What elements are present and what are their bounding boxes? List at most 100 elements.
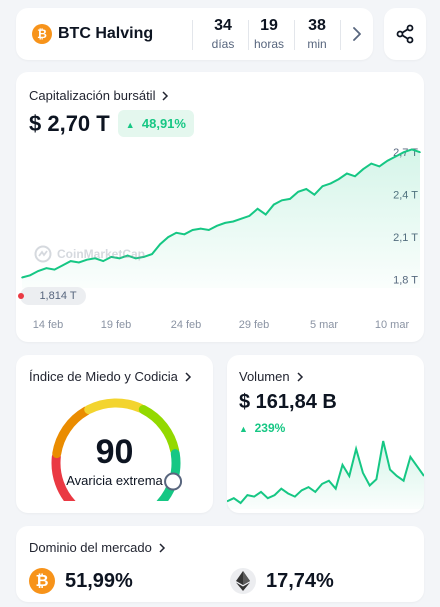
share-icon	[396, 24, 414, 44]
chart-point	[199, 227, 202, 230]
chart-point	[167, 236, 170, 238]
chart-point	[256, 208, 259, 210]
btc-dominance-value: 51,99%	[65, 569, 133, 592]
divider	[192, 20, 193, 50]
fear-greed-label: Índice de Miedo y Codicia	[29, 369, 178, 384]
chart-point	[272, 203, 275, 206]
hours-value: 19	[260, 17, 278, 34]
days-unit: días	[211, 37, 235, 51]
days-value: 34	[214, 17, 232, 34]
halving-countdown-card[interactable]: ₿ BTC Halving 34 días 19 horas 38 min	[16, 8, 373, 60]
start-dot	[18, 293, 24, 299]
chart-point	[232, 220, 234, 223]
coinmarketcap-watermark: CoinMarketCap	[34, 245, 145, 263]
start-value-marker: 1,814 T	[18, 287, 86, 305]
chart-point	[321, 185, 324, 187]
eth-dominance-value: 17,74%	[266, 569, 334, 592]
watermark-text: CoinMarketCap	[57, 247, 146, 261]
volume-value: $ 161,84 B	[239, 391, 337, 413]
chevron-right-icon[interactable]	[351, 27, 363, 41]
chart-point	[37, 270, 40, 272]
x-tick-label: 10 mar	[375, 319, 410, 331]
chart-point	[281, 199, 283, 202]
market-dominance-card[interactable]: Dominio del mercado ₿ 51,99% 17,74%	[16, 526, 424, 602]
chart-point	[402, 151, 405, 154]
chart-area-fill	[22, 149, 420, 288]
minutes-unit: min	[307, 37, 327, 51]
chart-point	[159, 243, 161, 245]
up-triangle-icon: ▲	[239, 424, 248, 434]
chevron-right-icon	[297, 371, 303, 382]
chart-point	[248, 215, 251, 217]
chart-point	[264, 213, 267, 216]
halving-title: BTC Halving	[58, 25, 154, 42]
chart-point	[370, 162, 373, 165]
chart-point	[151, 253, 153, 255]
chart-point	[297, 191, 299, 193]
chart-point	[191, 229, 194, 231]
countdown-minutes: 38 min	[296, 17, 338, 51]
market-cap-change-badge: ▲ 48,91%	[117, 110, 194, 137]
chart-point	[224, 222, 226, 224]
eth-dominance: 17,74%	[230, 568, 334, 594]
chart-point	[329, 182, 332, 185]
x-tick-label: 24 feb	[171, 319, 202, 331]
x-tick-label: 19 feb	[101, 319, 132, 331]
btc-dominance: ₿ 51,99%	[29, 568, 133, 594]
chart-point	[386, 159, 389, 162]
chevron-right-icon	[159, 542, 165, 553]
gauge-segment	[84, 398, 145, 415]
bitcoin-icon: ₿	[32, 24, 52, 44]
chart-point	[175, 232, 178, 234]
volume-change: ▲ 239%	[239, 421, 285, 435]
chart-point	[411, 148, 413, 151]
chart-point	[289, 198, 291, 200]
market-cap-card[interactable]: Capitalización bursátil $ 2,70 T ▲ 48,91…	[16, 72, 424, 342]
fear-greed-value: 90	[95, 433, 134, 471]
chevron-right-icon	[185, 371, 191, 382]
chevron-right-icon	[162, 90, 169, 101]
market-cap-label: Capitalización bursátil	[29, 88, 156, 103]
x-tick-label: 5 mar	[310, 319, 338, 331]
countdown-hours: 19 horas	[246, 17, 292, 51]
ethereum-icon	[230, 568, 256, 594]
chart-point	[53, 268, 56, 271]
chart-point	[216, 224, 218, 227]
chart-point	[354, 175, 356, 178]
volume-card[interactable]: Volumen $ 161,84 B ▲ 239%	[227, 355, 424, 513]
hours-unit: horas	[253, 37, 285, 51]
volume-sparkline	[227, 440, 424, 509]
chart-point	[394, 155, 397, 158]
x-tick-label: 29 feb	[239, 319, 270, 331]
chart-point	[346, 172, 348, 175]
x-tick-label: 14 feb	[33, 319, 64, 331]
chart-point	[305, 188, 308, 190]
share-button[interactable]	[384, 8, 426, 60]
chart-point	[61, 264, 64, 267]
volume-label: Volumen	[239, 369, 290, 384]
dominance-label: Dominio del mercado	[29, 540, 152, 555]
volume-change-value: 239%	[254, 421, 286, 435]
chart-point	[45, 267, 48, 270]
chart-point	[337, 178, 340, 180]
bitcoin-icon: ₿	[29, 568, 55, 594]
countdown-days: 34 días	[200, 17, 246, 51]
chart-point	[240, 217, 243, 220]
fear-greed-card[interactable]: Índice de Miedo y Codicia 90 Avaricia ex…	[16, 355, 213, 513]
chart-point	[378, 165, 381, 168]
chart-point	[208, 229, 210, 231]
up-triangle-icon: ▲	[125, 120, 135, 130]
market-cap-value: $ 2,70 T	[29, 110, 110, 136]
market-cap-change: 48,91%	[141, 116, 186, 131]
chart-point	[29, 274, 31, 277]
coinmarketcap-logo-icon	[34, 245, 52, 263]
divider	[340, 20, 341, 50]
fear-greed-status: Avaricia extrema	[66, 473, 163, 488]
chart-point	[362, 168, 364, 171]
start-value-label: 1,814 T	[39, 290, 77, 302]
chart-point	[419, 151, 421, 154]
minutes-value: 38	[308, 17, 326, 34]
chart-point	[21, 276, 23, 279]
chart-point	[313, 193, 316, 196]
chart-point	[183, 233, 186, 236]
